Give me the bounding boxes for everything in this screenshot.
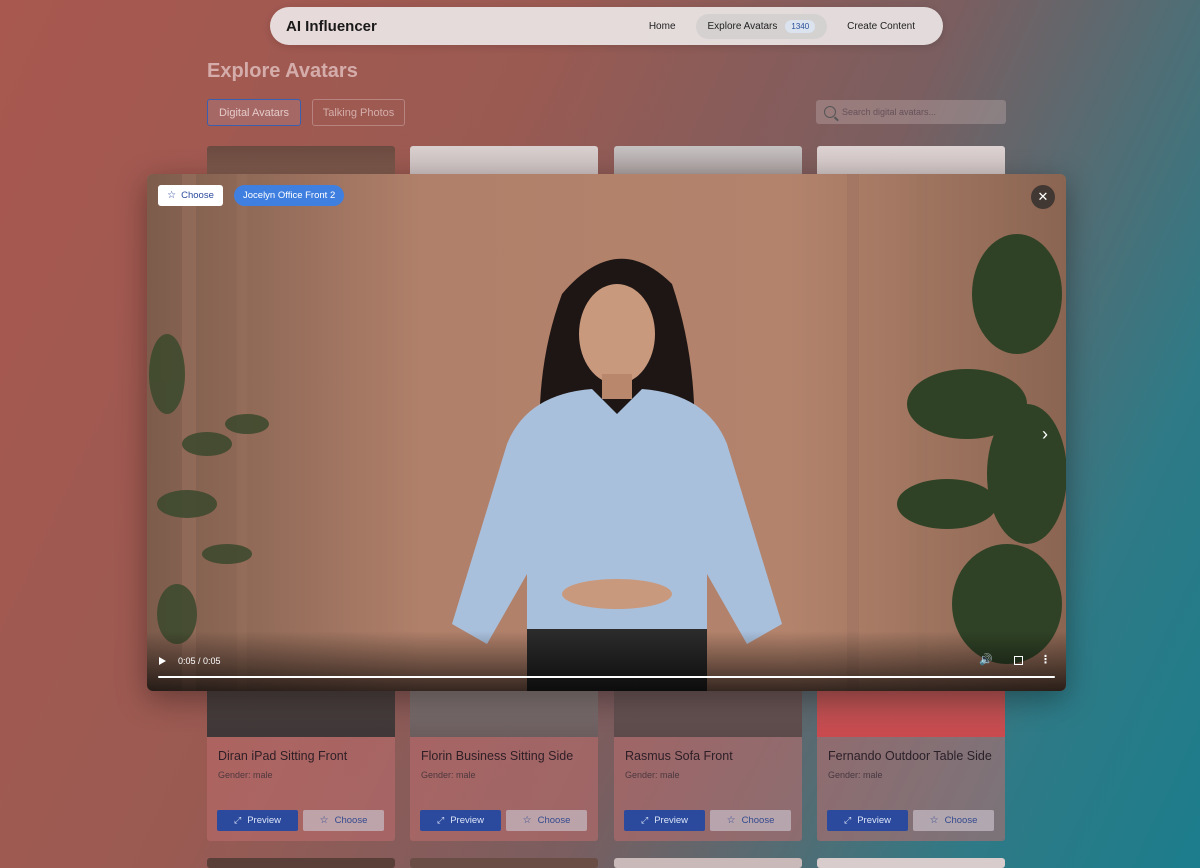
avatar-thumbnail xyxy=(614,858,802,868)
search-icon xyxy=(824,106,836,118)
choose-label: Choose xyxy=(944,815,978,826)
avatar-name: Diran iPad Sitting Front xyxy=(218,749,348,763)
avatar-gender: Gender: male xyxy=(218,770,273,780)
choose-label: Choose xyxy=(334,815,368,826)
avatar-card-bottom[interactable] xyxy=(410,858,598,868)
search-box xyxy=(816,100,1006,124)
modal-choose-label: Choose xyxy=(181,190,214,201)
choose-button[interactable]: ☆ Choose xyxy=(506,810,587,831)
nav-create-content[interactable]: Create Content xyxy=(835,15,927,38)
preview-button[interactable]: ⤢ Preview xyxy=(420,810,501,831)
preview-modal: 0:05 / 0:05 🔊 ⋮ ☆ Choose Jocelyn Office … xyxy=(147,174,1066,691)
tab-talking-photos[interactable]: Talking Photos xyxy=(312,99,405,126)
play-icon[interactable] xyxy=(159,657,166,665)
avatar-thumbnail xyxy=(207,858,395,868)
star-icon: ☆ xyxy=(167,190,177,201)
video-controls: 0:05 / 0:05 🔊 ⋮ xyxy=(147,631,1066,691)
nav-home[interactable]: Home xyxy=(637,15,688,38)
choose-label: Choose xyxy=(741,815,775,826)
volume-icon[interactable]: 🔊 xyxy=(979,653,993,666)
preview-label: Preview xyxy=(654,815,688,826)
avatar-gender: Gender: male xyxy=(828,770,883,780)
avatar-thumbnail xyxy=(817,858,1005,868)
nav-explore-label: Explore Avatars xyxy=(707,20,778,32)
star-icon: ☆ xyxy=(319,815,329,826)
preview-label: Preview xyxy=(247,815,281,826)
expand-icon: ⤢ xyxy=(641,815,649,825)
preview-button[interactable]: ⤢ Preview xyxy=(624,810,705,831)
star-icon: ☆ xyxy=(522,815,532,826)
avatar-name: Rasmus Sofa Front xyxy=(625,749,733,763)
brand-logo[interactable]: AI Influencer xyxy=(286,18,377,35)
modal-choose-button[interactable]: ☆ Choose xyxy=(158,185,223,206)
avatar-card-bottom[interactable] xyxy=(817,858,1005,868)
preview-button[interactable]: ⤢ Preview xyxy=(217,810,298,831)
expand-icon: ⤢ xyxy=(844,815,852,825)
expand-icon: ⤢ xyxy=(437,815,445,825)
choose-button[interactable]: ☆ Choose xyxy=(303,810,384,831)
avatar-thumbnail xyxy=(410,858,598,868)
choose-label: Choose xyxy=(537,815,571,826)
preview-label: Preview xyxy=(450,815,484,826)
star-icon: ☆ xyxy=(726,815,736,826)
chevron-right-icon[interactable]: › xyxy=(1042,424,1048,445)
nav-links: Home Explore Avatars 1340 Create Content xyxy=(637,13,927,39)
avatar-card-bottom[interactable] xyxy=(207,858,395,868)
search-input[interactable] xyxy=(842,107,992,117)
avatar-card-bottom[interactable] xyxy=(614,858,802,868)
nav-explore-avatars[interactable]: Explore Avatars 1340 xyxy=(695,13,828,39)
top-nav: AI Influencer Home Explore Avatars 1340 … xyxy=(270,7,943,45)
page-title: Explore Avatars xyxy=(207,60,358,82)
star-icon: ☆ xyxy=(929,815,939,826)
tab-digital-avatars[interactable]: Digital Avatars xyxy=(207,99,301,126)
more-vert-icon[interactable]: ⋮ xyxy=(1040,653,1051,666)
fullscreen-icon[interactable] xyxy=(1014,656,1023,665)
avatar-count-badge: 1340 xyxy=(785,19,816,33)
avatar-name: Fernando Outdoor Table Side xyxy=(828,749,992,763)
preview-label: Preview xyxy=(857,815,891,826)
video-progress-bar[interactable] xyxy=(158,676,1055,678)
choose-button[interactable]: ☆ Choose xyxy=(913,810,994,831)
preview-button[interactable]: ⤢ Preview xyxy=(827,810,908,831)
close-icon[interactable]: ✕ xyxy=(1031,185,1055,209)
expand-icon: ⤢ xyxy=(234,815,242,825)
avatar-gender: Gender: male xyxy=(625,770,680,780)
avatar-name-tag: Jocelyn Office Front 2 xyxy=(234,185,345,206)
avatar-name: Florin Business Sitting Side xyxy=(421,749,574,763)
video-frame[interactable] xyxy=(147,174,1066,691)
avatar-gender: Gender: male xyxy=(421,770,476,780)
choose-button[interactable]: ☆ Choose xyxy=(710,810,791,831)
video-time: 0:05 / 0:05 xyxy=(178,656,221,666)
